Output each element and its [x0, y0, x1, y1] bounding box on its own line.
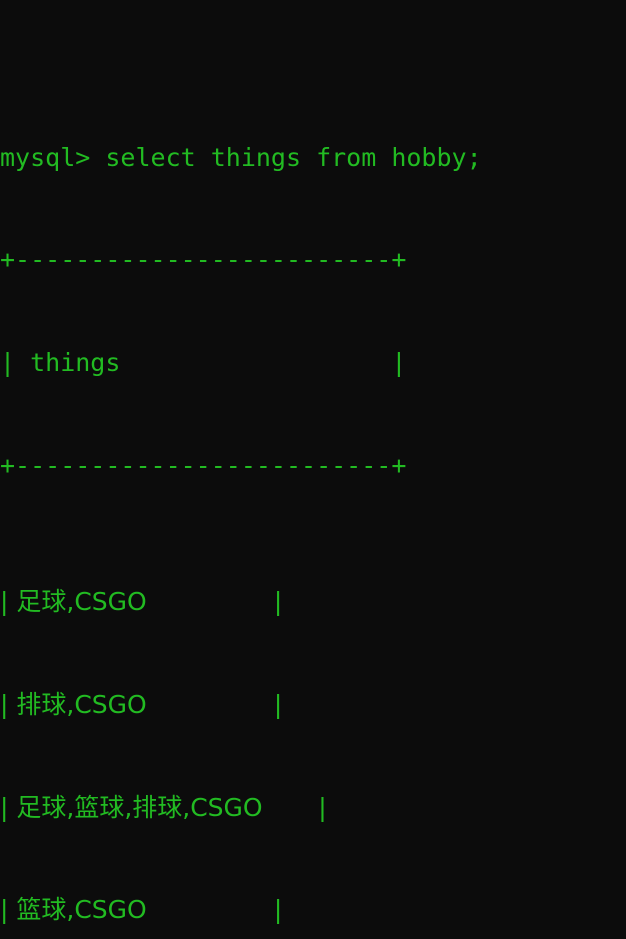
table-row: | 足球,CSGO |	[0, 587, 283, 617]
terminal-screen[interactable]: mysql> select things from hobby; +------…	[0, 0, 626, 939]
command-line-1: mysql> select things from hobby;	[0, 142, 482, 172]
table-row: | 足球,篮球,排球,CSGO |	[0, 792, 327, 822]
table-rule-header-1: +-------------------------+	[0, 450, 407, 480]
table-rule-top-1: +-------------------------+	[0, 245, 407, 275]
table-row: | 排球,CSGO |	[0, 689, 283, 719]
table-row: | 篮球,CSGO |	[0, 895, 283, 925]
table-header-1: | things |	[0, 348, 407, 377]
